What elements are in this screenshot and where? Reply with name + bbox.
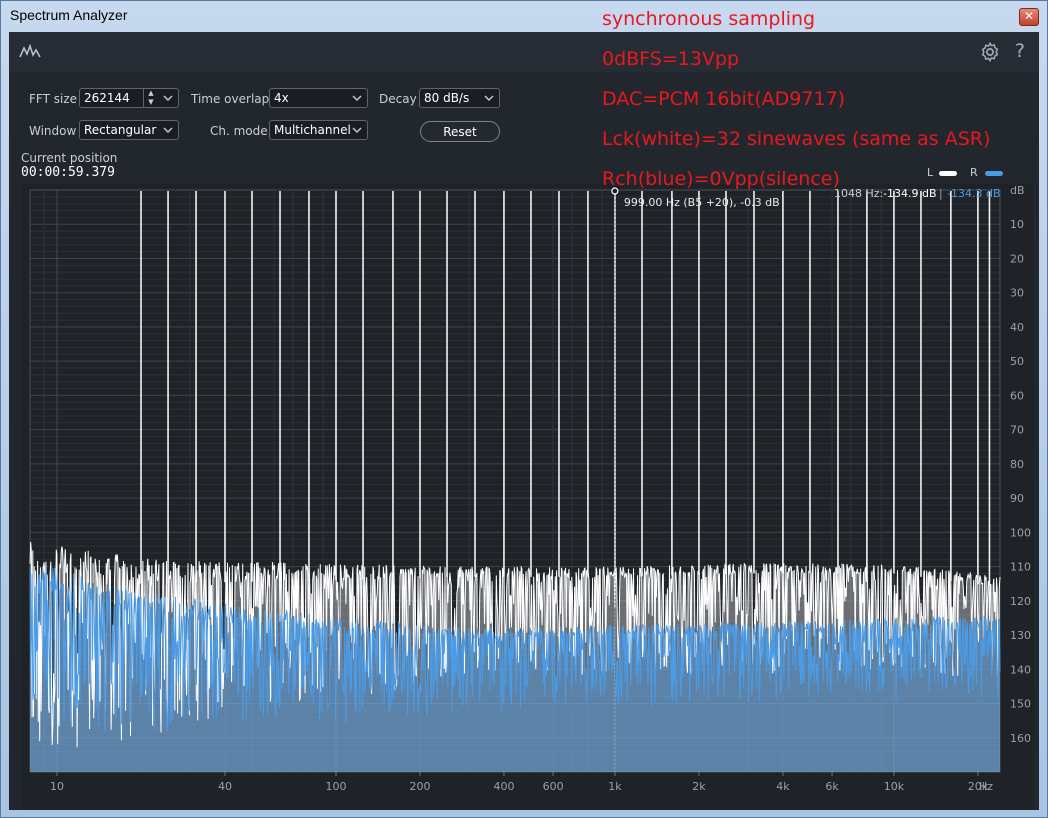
y-unit-label: dB bbox=[1010, 184, 1025, 197]
legend-left-label: L bbox=[927, 166, 934, 179]
time-overlap-value: 4x bbox=[274, 91, 289, 105]
spectrum-plot[interactable]: 999.00 Hz (B5 +20), -0.3 dB dB 10 20 30 40 50… bbox=[22, 184, 1034, 810]
annotation-1: synchronous sampling bbox=[602, 8, 816, 30]
decay-label: Decay bbox=[379, 92, 417, 106]
y-tick-label: 30 bbox=[1010, 287, 1024, 300]
fft-size-label: FFT size bbox=[29, 92, 78, 106]
legend-left-swatch[interactable] bbox=[939, 171, 957, 176]
y-tick-label: 90 bbox=[1010, 492, 1024, 505]
x-tick-label: 200 bbox=[409, 780, 430, 793]
chevron-down-icon bbox=[352, 95, 362, 101]
window-select[interactable]: Rectangular bbox=[79, 120, 179, 140]
y-tick-label: 80 bbox=[1010, 458, 1024, 471]
x-tick-label: 2k bbox=[692, 780, 706, 793]
y-tick-label: 50 bbox=[1010, 355, 1024, 368]
ch-mode-select[interactable]: Multichannel bbox=[269, 120, 368, 140]
chevron-down-icon bbox=[352, 127, 362, 133]
y-tick-label: 130 bbox=[1010, 629, 1031, 642]
legend-right-label: R bbox=[970, 166, 978, 179]
chevron-down-icon bbox=[484, 95, 494, 101]
annotation-5: Rch(blue)=0Vpp(silence) bbox=[602, 168, 840, 190]
y-tick-label: 10 bbox=[1010, 218, 1024, 231]
window-title: Spectrum Analyzer bbox=[10, 7, 128, 23]
time-overlap-label: Time overlap bbox=[191, 92, 270, 106]
readout-frequency: 1048 Hz: bbox=[834, 187, 883, 200]
decay-select[interactable]: 80 dB/s bbox=[419, 88, 500, 108]
time-overlap-select[interactable]: 4x bbox=[269, 88, 368, 108]
readout-group: 1048 Hz: -134.9 dB | -134.3 dB bbox=[834, 187, 1001, 200]
annotation-3: DAC=PCM 16bit(AD9717) bbox=[602, 88, 846, 110]
annotation-2: 0dBFS=13Vpp bbox=[602, 48, 740, 70]
y-tick-label: 60 bbox=[1010, 389, 1024, 402]
close-button[interactable]: ✕ bbox=[1019, 8, 1039, 26]
y-tick-label: 140 bbox=[1010, 663, 1031, 676]
y-tick-label: 110 bbox=[1010, 561, 1031, 574]
y-tick-label: 40 bbox=[1010, 321, 1024, 334]
y-tick-label: 160 bbox=[1010, 732, 1031, 745]
x-tick-label: 10k bbox=[884, 780, 905, 793]
legend-right-swatch[interactable] bbox=[985, 171, 1003, 176]
gear-icon[interactable] bbox=[979, 41, 1001, 63]
x-tick-label: 10 bbox=[50, 780, 64, 793]
x-tick-label: 600 bbox=[543, 780, 564, 793]
x-unit-label: Hz bbox=[979, 780, 993, 793]
help-icon[interactable]: ? bbox=[1015, 40, 1025, 62]
y-tick-label: 120 bbox=[1010, 595, 1031, 608]
x-tick-label: 6k bbox=[825, 780, 839, 793]
y-tick-label: 20 bbox=[1010, 252, 1024, 265]
decay-value: 80 dB/s bbox=[424, 91, 470, 105]
window-label: Window bbox=[29, 124, 77, 138]
ch-mode-value: Multichannel bbox=[274, 123, 351, 137]
title-bar[interactable]: Spectrum Analyzer ✕ bbox=[1, 1, 1047, 31]
y-tick-label: 100 bbox=[1010, 526, 1031, 539]
reset-button[interactable]: Reset bbox=[420, 121, 500, 142]
fft-size-select[interactable]: 262144 ▲ ▼ bbox=[79, 88, 179, 108]
x-tick-label: 40 bbox=[218, 780, 232, 793]
window-value: Rectangular bbox=[84, 123, 157, 137]
ch-mode-label: Ch. mode bbox=[210, 124, 268, 138]
chevron-down-icon bbox=[163, 95, 173, 101]
readout-right-db: -134.3 dB bbox=[947, 187, 1001, 200]
current-position-value: 00:00:59.379 bbox=[21, 165, 115, 180]
annotation-4: Lck(white)=32 sinewaves (same as ASR) bbox=[602, 128, 991, 150]
toolbar: ? bbox=[9, 32, 1039, 72]
readout-left-db: -134.9 dB bbox=[883, 187, 937, 200]
spectrum-icon[interactable] bbox=[19, 44, 41, 58]
cursor-label: 999.00 Hz (B5 +20), -0.3 dB bbox=[624, 196, 780, 209]
readout-separator: | bbox=[939, 187, 943, 200]
y-tick-label: 70 bbox=[1010, 424, 1024, 437]
y-tick-label: 150 bbox=[1010, 698, 1031, 711]
x-tick-label: 4k bbox=[776, 780, 790, 793]
spectrum-plot-svg[interactable]: 999.00 Hz (B5 +20), -0.3 dB dB 10 20 30 40 50… bbox=[22, 184, 1034, 810]
x-tick-label: 100 bbox=[326, 780, 347, 793]
controls-panel: FFT size 262144 ▲ ▼ Time overlap 4x Decay… bbox=[9, 72, 1039, 182]
fft-size-value: 262144 bbox=[84, 91, 130, 105]
x-tick-label: 1k bbox=[608, 780, 622, 793]
spectrum-analyzer-window: Spectrum Analyzer ✕ ? FFT size 262144 ▲ ▼… bbox=[0, 0, 1048, 818]
fft-size-stepper[interactable]: ▲ ▼ bbox=[143, 89, 158, 107]
chevron-down-icon bbox=[163, 127, 173, 133]
current-position-label: Current position bbox=[21, 151, 118, 165]
x-tick-label: 400 bbox=[493, 780, 514, 793]
